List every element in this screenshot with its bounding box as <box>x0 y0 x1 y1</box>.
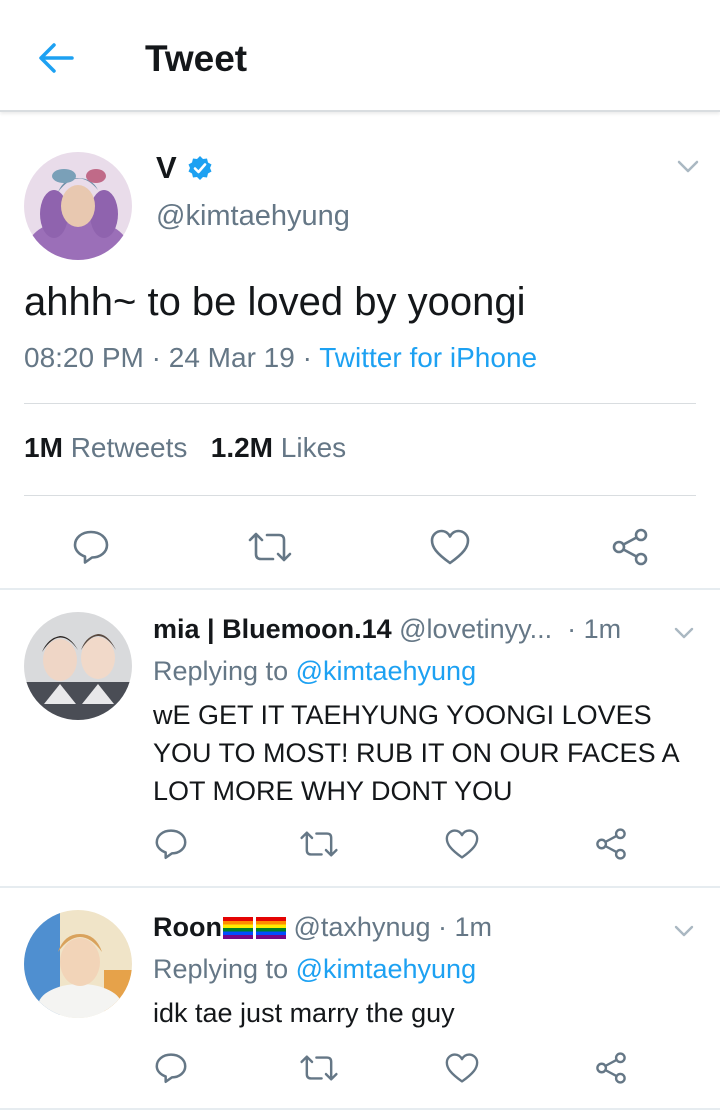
avatar[interactable] <box>24 910 132 1018</box>
author-handle[interactable]: @kimtaehyung <box>156 200 350 233</box>
chevron-down-icon[interactable] <box>676 154 700 178</box>
page-title: Tweet <box>145 38 248 79</box>
share-button[interactable] <box>608 526 652 568</box>
verified-badge-icon <box>188 156 212 180</box>
arrow-left-icon <box>39 43 74 73</box>
reply-time: · 1m <box>438 912 493 942</box>
tweet-actions <box>0 518 720 578</box>
heart-icon <box>430 529 470 565</box>
tweet-date: 24 Mar 19 <box>168 342 295 373</box>
author-name[interactable]: V <box>156 150 177 186</box>
divider <box>24 495 696 496</box>
replying-to: Replying to @kimtaehyung <box>153 954 476 985</box>
like-button[interactable] <box>428 526 472 568</box>
divider <box>0 588 720 590</box>
likes-stat[interactable]: 1.2M Likes <box>211 432 346 463</box>
share-icon <box>596 828 626 860</box>
reply-button[interactable] <box>70 526 112 568</box>
top-bar: Tweet <box>0 0 720 112</box>
reply-time: · 1m <box>567 614 622 644</box>
replying-prefix: Replying to <box>153 954 296 984</box>
retweet-icon <box>300 831 338 857</box>
reply-button[interactable] <box>152 826 190 862</box>
reply-author-handle[interactable]: @taxhynug <box>294 912 431 943</box>
author-row: V <box>156 150 213 186</box>
mention-link[interactable]: @kimtaehyung <box>296 656 477 686</box>
back-button[interactable] <box>30 32 82 84</box>
replying-to: Replying to @kimtaehyung <box>153 656 476 687</box>
reply-author-name[interactable]: mia | Bluemoon.14 <box>153 614 392 645</box>
reply-text: idk tae just marry the guy <box>153 998 455 1028</box>
retweet-icon <box>248 532 292 562</box>
retweets-label: Retweets <box>70 432 188 463</box>
reply-button[interactable] <box>152 1050 190 1086</box>
share-icon <box>596 1052 626 1084</box>
share-icon <box>612 528 648 566</box>
likes-label: Likes <box>280 432 347 463</box>
share-button[interactable] <box>592 826 630 862</box>
tweet-stats: 1M Retweets 1.2M Likes <box>24 432 346 464</box>
reply-header: Roon @taxhynug · 1m <box>153 912 492 943</box>
heart-icon <box>445 829 479 859</box>
divider <box>0 886 720 888</box>
meta-separator: · <box>294 342 320 373</box>
retweet-button[interactable] <box>246 526 294 568</box>
reply-icon <box>155 1053 187 1084</box>
reply-icon <box>155 829 187 860</box>
avatar[interactable] <box>24 152 132 260</box>
share-button[interactable] <box>592 1050 630 1086</box>
avatar[interactable] <box>24 612 132 720</box>
likes-count: 1.2M <box>210 432 273 463</box>
divider <box>0 1108 720 1110</box>
chevron-down-icon[interactable] <box>672 620 696 644</box>
rainbow-flag-icon <box>222 916 253 939</box>
like-button[interactable] <box>443 1050 481 1086</box>
reply-icon <box>73 530 109 564</box>
heart-icon <box>445 1053 479 1083</box>
retweet-button[interactable] <box>298 826 340 862</box>
retweet-icon <box>300 1055 338 1081</box>
rainbow-flag-icon <box>255 916 286 939</box>
tweet-text: ahhh~ to be loved by yoongi <box>24 280 526 324</box>
retweet-button[interactable] <box>298 1050 340 1086</box>
chevron-down-icon[interactable] <box>672 918 696 942</box>
like-button[interactable] <box>443 826 481 862</box>
mention-link[interactable]: @kimtaehyung <box>296 954 477 984</box>
reply-author-name[interactable]: Roon <box>153 912 222 943</box>
retweets-stat[interactable]: 1M Retweets <box>24 432 187 463</box>
tweet-time: 08:20 PM <box>24 342 144 373</box>
replying-prefix: Replying to <box>153 656 296 686</box>
divider <box>24 403 696 404</box>
tweet-meta: 08:20 PM · 24 Mar 19 · Twitter for iPhon… <box>24 342 537 374</box>
reply-header: mia | Bluemoon.14 @lovetinyy... · 1m <box>153 614 621 645</box>
reply-author-handle[interactable]: @lovetinyy... <box>399 614 552 645</box>
reply-text: wE GET IT TAEHYUNG YOONGI LOVES YOU TO M… <box>153 700 679 806</box>
meta-separator: · <box>143 342 169 373</box>
tweet-source-link[interactable]: Twitter for iPhone <box>319 342 537 373</box>
retweets-count: 1M <box>24 432 63 463</box>
